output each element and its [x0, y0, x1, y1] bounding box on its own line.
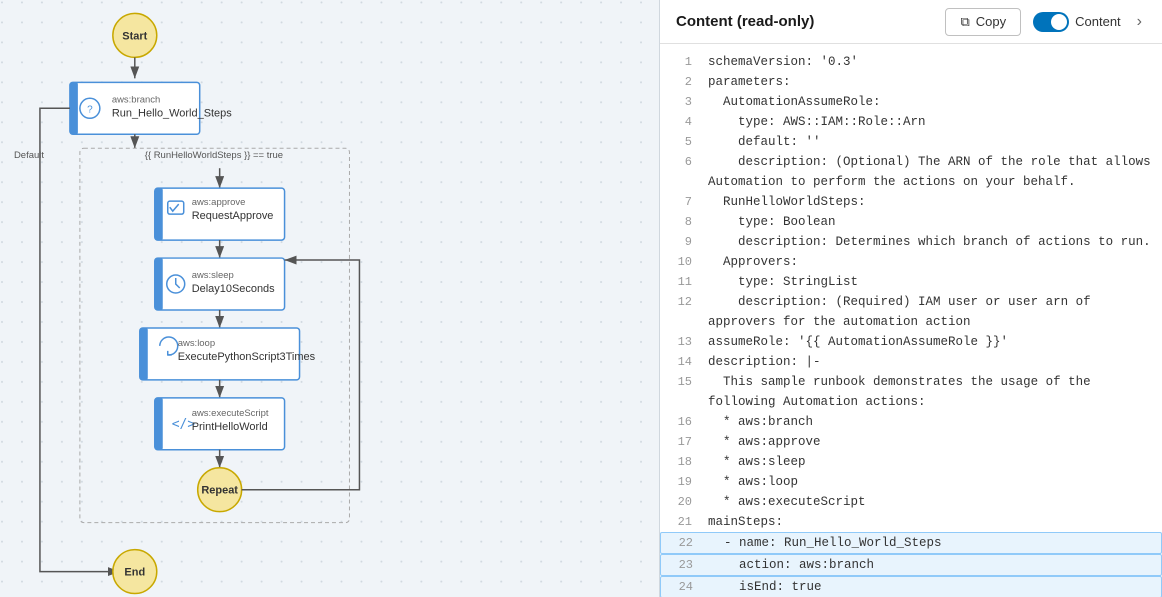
code-line-22: 22 - name: Run_Hello_World_Steps	[660, 532, 1162, 554]
svg-text:aws:approve: aws:approve	[192, 197, 246, 208]
code-line-15: 15 This sample runbook demonstrates the …	[660, 372, 1162, 412]
toggle-switch[interactable]	[1033, 12, 1069, 32]
code-line-13: 13assumeRole: '{{ AutomationAssumeRole }…	[660, 332, 1162, 352]
chevron-right-icon[interactable]: ›	[1133, 9, 1146, 35]
code-line-16: 16 * aws:branch	[660, 412, 1162, 432]
code-viewer-panel: Content (read-only) ⧉ Copy Content › 1sc…	[660, 0, 1162, 597]
svg-text:aws:executeScript: aws:executeScript	[192, 408, 269, 419]
code-line-2: 2parameters:	[660, 72, 1162, 92]
svg-text:RequestApprove: RequestApprove	[192, 210, 274, 222]
toggle-label: Content	[1075, 14, 1121, 29]
copy-button[interactable]: ⧉ Copy	[945, 8, 1021, 36]
svg-text:PrintHelloWorld: PrintHelloWorld	[192, 421, 268, 433]
svg-text:Repeat: Repeat	[201, 485, 238, 497]
svg-text:Delay10Seconds: Delay10Seconds	[192, 283, 275, 295]
code-line-9: 9 description: Determines which branch o…	[660, 232, 1162, 252]
code-line-14: 14description: |-	[660, 352, 1162, 372]
code-line-24: 24 isEnd: true	[660, 576, 1162, 597]
copy-icon: ⧉	[960, 14, 969, 30]
code-line-23: 23 action: aws:branch	[660, 554, 1162, 576]
code-line-6: 6 description: (Optional) The ARN of the…	[660, 152, 1162, 192]
code-line-3: 3 AutomationAssumeRole:	[660, 92, 1162, 112]
code-line-11: 11 type: StringList	[660, 272, 1162, 292]
svg-text:Run_Hello_World_Steps: Run_Hello_World_Steps	[112, 107, 232, 119]
code-content: 1schemaVersion: '0.3' 2parameters: 3 Aut…	[660, 44, 1162, 597]
code-line-18: 18 * aws:sleep	[660, 452, 1162, 472]
content-toggle[interactable]: Content	[1033, 12, 1121, 32]
flow-diagram-panel: Start ? aws:branch Run_Hello_World_Steps…	[0, 0, 660, 597]
code-line-20: 20 * aws:executeScript	[660, 492, 1162, 512]
svg-text:ExecutePythonScript3Times: ExecutePythonScript3Times	[178, 351, 316, 363]
code-line-21: 21mainSteps:	[660, 512, 1162, 532]
svg-text:End: End	[124, 567, 145, 579]
code-line-12: 12 description: (Required) IAM user or u…	[660, 292, 1162, 332]
code-line-19: 19 * aws:loop	[660, 472, 1162, 492]
svg-text:aws:branch: aws:branch	[112, 94, 160, 105]
svg-text:aws:sleep: aws:sleep	[192, 270, 234, 281]
code-line-1: 1schemaVersion: '0.3'	[660, 52, 1162, 72]
code-line-8: 8 type: Boolean	[660, 212, 1162, 232]
svg-text:aws:loop: aws:loop	[178, 338, 215, 349]
code-line-5: 5 default: ''	[660, 132, 1162, 152]
svg-text:{{ RunHelloWorldSteps }} == tr: {{ RunHelloWorldSteps }} == true	[145, 150, 283, 161]
code-header: Content (read-only) ⧉ Copy Content ›	[660, 0, 1162, 44]
code-line-10: 10 Approvers:	[660, 252, 1162, 272]
code-line-4: 4 type: AWS::IAM::Role::Arn	[660, 112, 1162, 132]
copy-label: Copy	[976, 14, 1006, 29]
svg-text:Start: Start	[122, 30, 147, 42]
panel-title: Content (read-only)	[676, 13, 933, 30]
svg-text:?: ?	[87, 104, 93, 115]
code-line-7: 7 RunHelloWorldSteps:	[660, 192, 1162, 212]
code-line-17: 17 * aws:approve	[660, 432, 1162, 452]
